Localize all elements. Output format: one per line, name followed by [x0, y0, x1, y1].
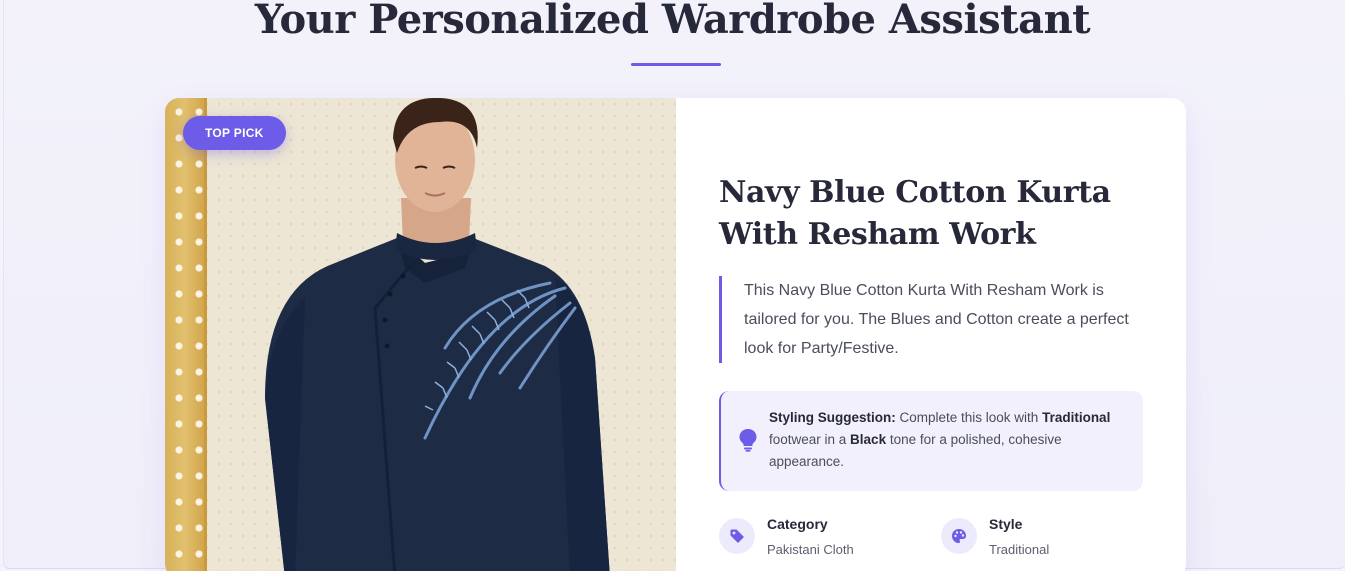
suggestion-label: Styling Suggestion: [769, 410, 896, 425]
page-title: Your Personalized Wardrobe Assistant [254, 0, 1091, 43]
product-description: This Navy Blue Cotton Kurta With Resham … [719, 276, 1149, 363]
category-value: Pakistani Cloth [767, 542, 854, 557]
style-label: Style [989, 516, 1023, 532]
suggestion-text-2: footwear in a [769, 432, 851, 447]
top-pick-badge: TOP PICK [183, 116, 286, 150]
suggestion-bold-color: Black [850, 432, 887, 447]
product-image[interactable]: TOP PICK [165, 98, 676, 571]
lightbulb-icon [739, 429, 757, 452]
suggestion-text-1: Complete this look with [895, 410, 1043, 425]
suggestion-bold-style: Traditional [1042, 410, 1111, 425]
palette-icon [941, 518, 977, 554]
category-label: Category [767, 516, 828, 532]
kurta-model-figure [265, 98, 610, 571]
styling-suggestion-text: Styling Suggestion: Complete this look w… [769, 407, 1129, 473]
product-title: Navy Blue Cotton Kurta With Resham Work [719, 175, 1111, 252]
gold-screen-decoration [165, 98, 207, 571]
title-underline [631, 63, 721, 66]
product-card[interactable]: TOP PICK Navy Blue Cotton Kurta With Res… [165, 98, 1186, 571]
styling-suggestion-box: Styling Suggestion: Complete this look w… [719, 391, 1143, 491]
tag-icon [719, 518, 755, 554]
style-value: Traditional [989, 542, 1050, 557]
product-info: Navy Blue Cotton Kurta With Resham Work … [676, 98, 1186, 571]
